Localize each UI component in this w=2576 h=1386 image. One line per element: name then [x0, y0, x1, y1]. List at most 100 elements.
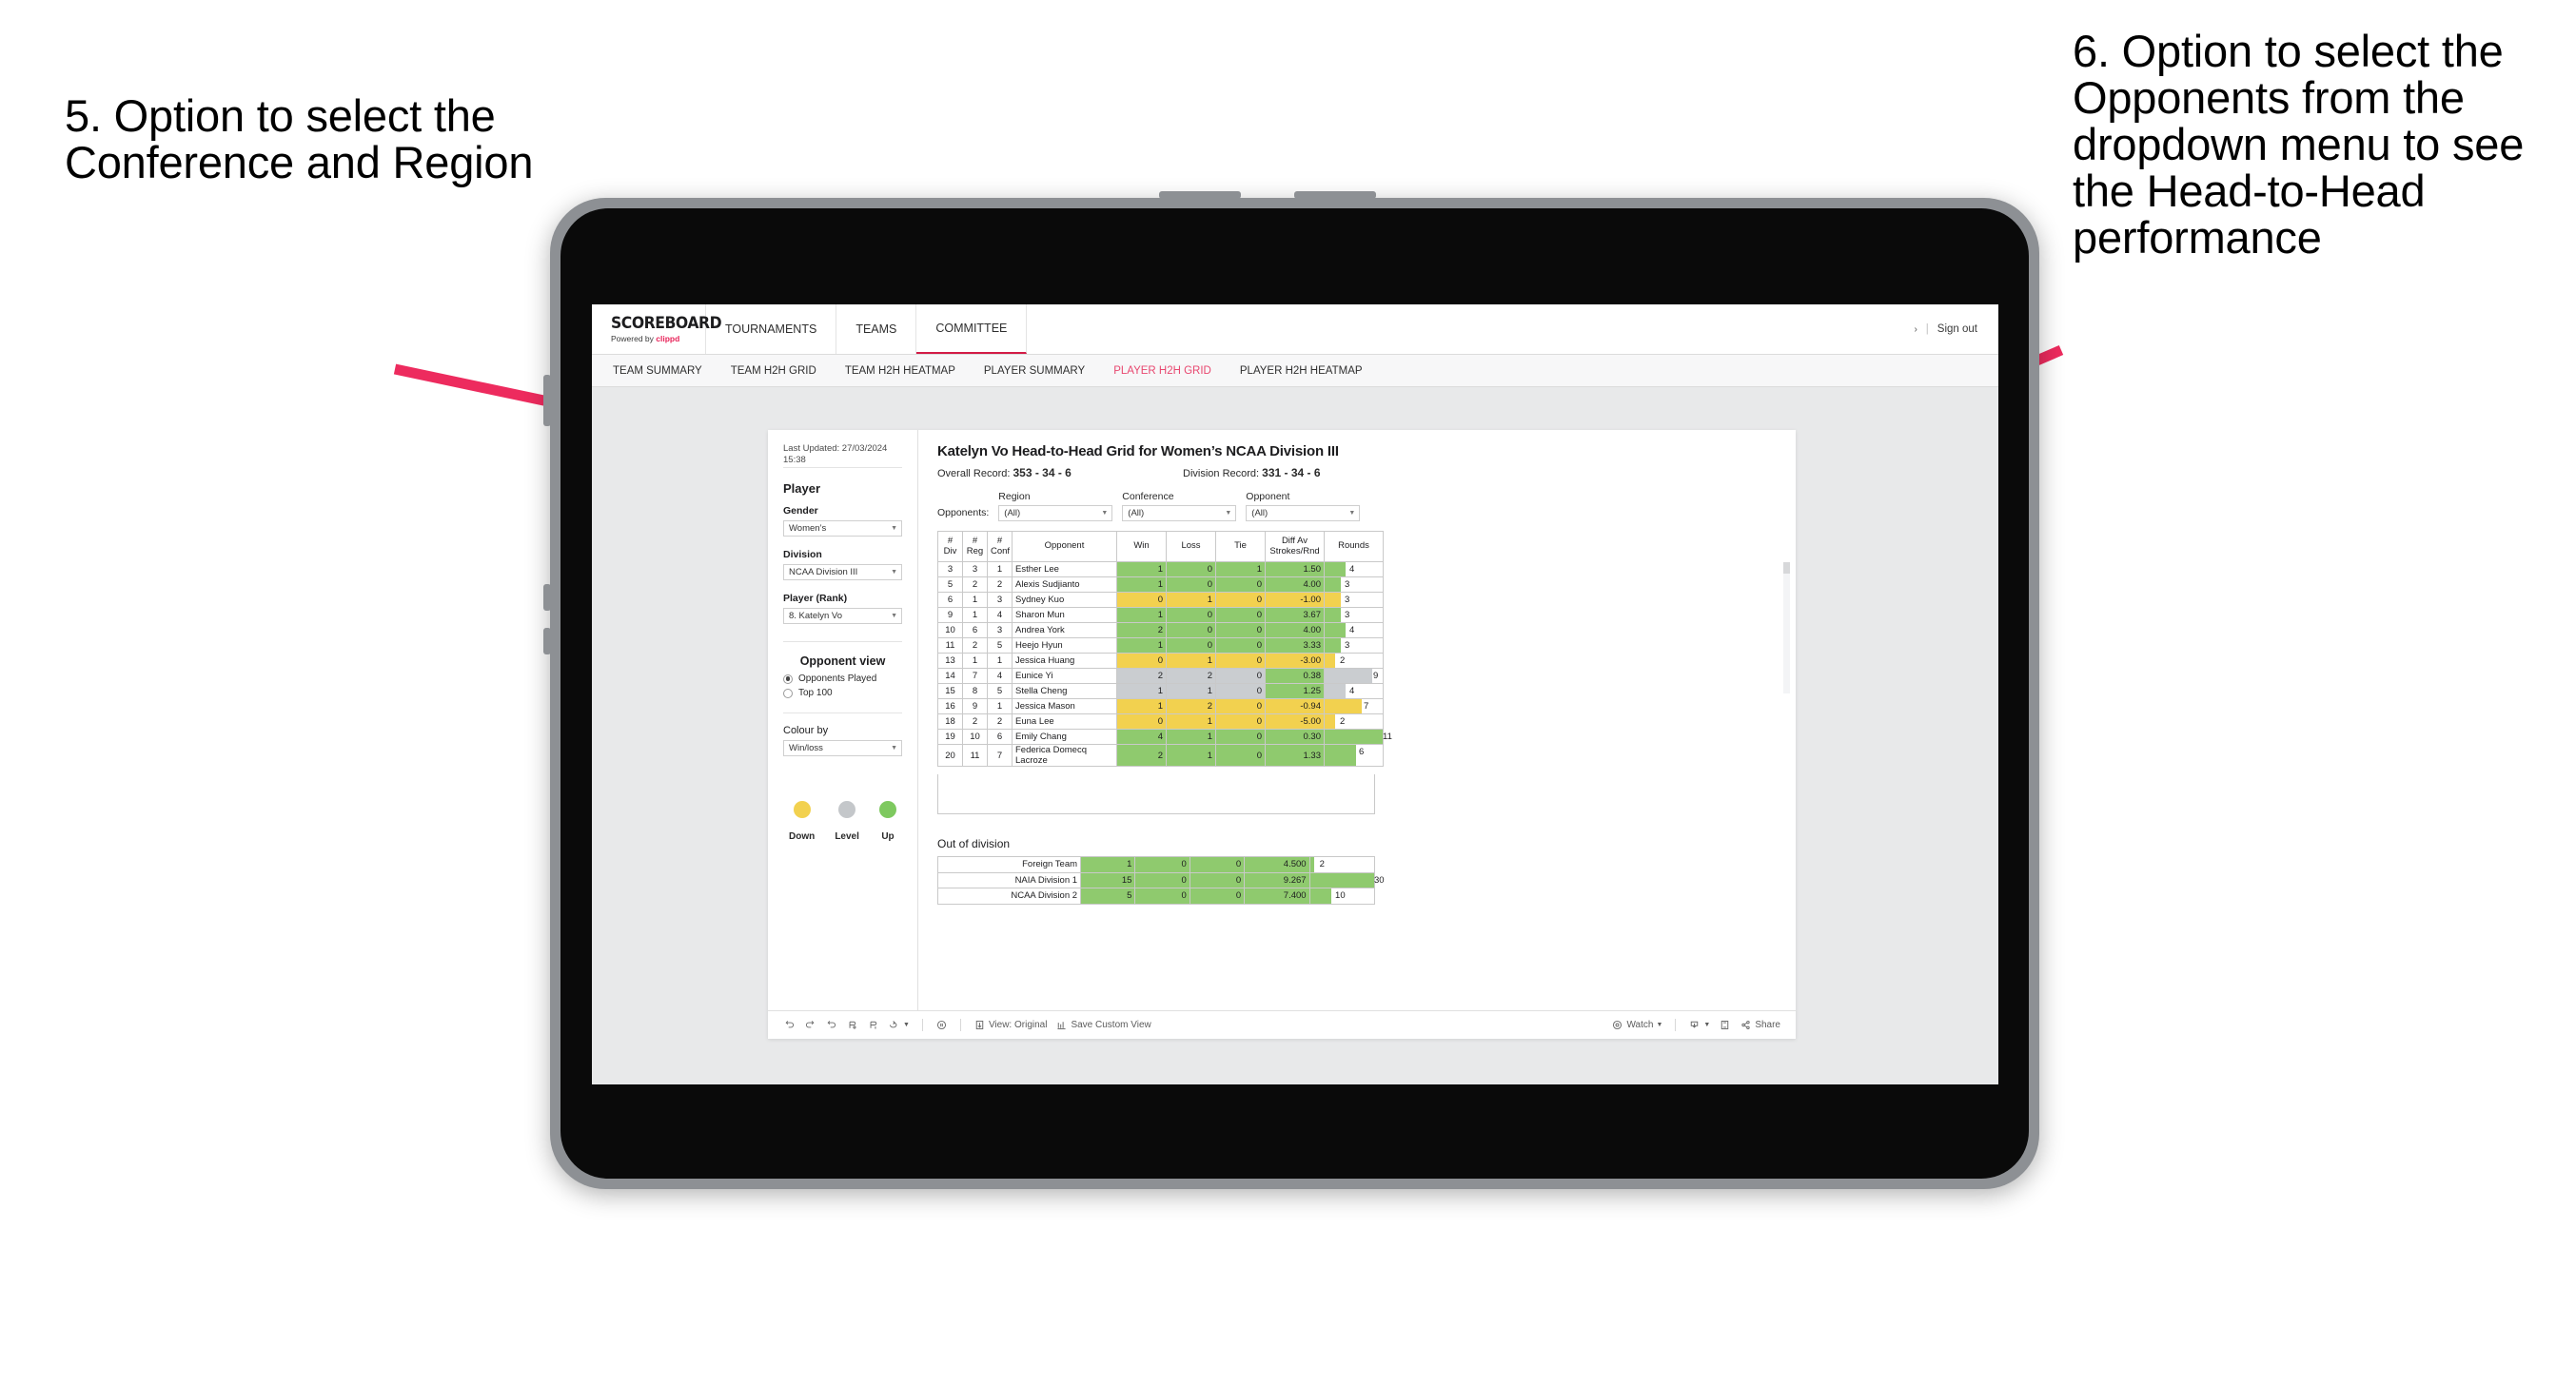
filter-conference: Conference (All) ▼ [1122, 491, 1237, 521]
rounds-bar-label: 4 [1349, 686, 1355, 696]
chevron-down-icon: ▼ [891, 525, 897, 532]
revert-button[interactable] [825, 1019, 837, 1031]
cell-tie: 1 [1215, 561, 1266, 577]
col-tie[interactable]: Tie [1215, 531, 1266, 562]
table-row[interactable]: 15 8 5 Stella Cheng 1 1 0 1.25 4 [937, 683, 1384, 699]
tab-team-summary[interactable]: TEAM SUMMARY [613, 365, 702, 377]
cell-ood-diff: 7.400 [1244, 888, 1310, 905]
table-row[interactable]: 18 2 2 Euna Lee 0 1 0 -5.00 2 [937, 713, 1384, 730]
pause-button[interactable] [867, 1019, 879, 1031]
conference-select[interactable]: (All) ▼ [1122, 505, 1237, 521]
cell-ood-tie: 0 [1189, 871, 1246, 888]
col-conf[interactable]: # Conf [987, 531, 1013, 562]
ood-rounds-bar-label: 2 [1319, 859, 1325, 869]
tab-player-h2h-heatmap[interactable]: PLAYER H2H HEATMAP [1240, 365, 1363, 377]
division-record-value: 331 - 34 - 6 [1262, 466, 1321, 479]
cell-opponent: Stella Cheng [1012, 683, 1117, 699]
col-win[interactable]: Win [1116, 531, 1167, 562]
cell-loss: 0 [1166, 576, 1216, 593]
nav-teams[interactable]: TEAMS [836, 304, 917, 354]
list-item[interactable]: NCAA Division 2 5 0 0 7.400 10 [936, 888, 1376, 905]
cell-diff: 1.33 [1265, 744, 1325, 767]
opponent-select[interactable]: (All) ▼ [1246, 505, 1361, 521]
col-rounds[interactable]: Rounds [1324, 531, 1384, 562]
player-rank-select-value: 8. Katelyn Vo [789, 611, 842, 621]
cell-ood-diff: 4.500 [1244, 856, 1310, 873]
radio-top-100[interactable]: Top 100 [783, 688, 902, 698]
col-reg[interactable]: # Reg [962, 531, 988, 562]
cell-rounds-bar: 4 [1324, 683, 1384, 699]
gender-select[interactable]: Women’s ▼ [783, 520, 902, 537]
download-button[interactable]: ▼ [1688, 1019, 1710, 1031]
division-select[interactable]: NCAA Division III ▼ [783, 564, 902, 580]
cell-ood-rounds-bar: 10 [1308, 888, 1376, 905]
table-row[interactable]: 13 1 1 Jessica Huang 0 1 0 -3.00 2 [937, 653, 1384, 669]
field-division: Division NCAA Division III ▼ [783, 549, 902, 580]
cell-reg: 2 [962, 637, 988, 654]
col-loss[interactable]: Loss [1166, 531, 1216, 562]
table-scrollbar[interactable] [1783, 562, 1790, 693]
watch-button[interactable]: Watch ▼ [1611, 1019, 1662, 1031]
table-row[interactable]: 10 6 3 Andrea York 2 0 0 4.00 4 [937, 622, 1384, 638]
table-row[interactable]: 11 2 5 Heejo Hyun 1 0 0 3.33 3 [937, 637, 1384, 654]
logo-wordmark: SCOREBOARD [611, 313, 722, 333]
table-header-row: # Div # Reg # Conf Opponent Win Loss Tie… [937, 531, 1384, 562]
nav-tournaments[interactable]: TOURNAMENTS [706, 304, 837, 354]
pause-updates-button[interactable] [935, 1019, 948, 1031]
rounds-bar-label: 3 [1345, 610, 1350, 620]
field-gender-label: Gender [783, 505, 818, 517]
table-row[interactable]: 5 2 2 Alexis Sudjianto 1 0 0 4.00 3 [937, 576, 1384, 593]
cell-tie: 0 [1215, 698, 1266, 714]
chevron-right-icon[interactable]: › [1914, 324, 1917, 335]
table-row[interactable]: 20 11 7 Federica Domecq Lacroze 2 1 0 1.33 6 [937, 744, 1384, 767]
cell-loss: 0 [1166, 561, 1216, 577]
fullscreen-button[interactable] [1719, 1019, 1731, 1031]
field-player-rank-label: Player (Rank) [783, 593, 848, 604]
tab-player-h2h-grid[interactable]: PLAYER H2H GRID [1113, 365, 1211, 377]
sidebar-heading-player: Player [783, 481, 821, 496]
colour-by-select[interactable]: Win/loss ▼ [783, 740, 902, 756]
tab-player-summary[interactable]: PLAYER SUMMARY [984, 365, 1085, 377]
table-row[interactable]: 3 3 1 Esther Lee 1 0 1 1.50 4 [937, 561, 1384, 577]
cell-opponent: Esther Lee [1012, 561, 1117, 577]
table-row[interactable]: 6 1 3 Sydney Kuo 0 1 0 -1.00 3 [937, 592, 1384, 608]
cell-win: 2 [1116, 744, 1167, 767]
h2h-grid-container: # Div # Reg # Conf Opponent Win Loss Tie… [937, 531, 1790, 814]
cell-diff: 0.30 [1265, 729, 1325, 745]
cell-div: 6 [937, 592, 963, 608]
sign-out-link[interactable]: Sign out [1937, 323, 1977, 335]
cell-tie: 0 [1215, 713, 1266, 730]
redo-button[interactable] [804, 1019, 816, 1031]
filters-sidebar: Last Updated: 27/03/2024 15:38 Player Ge… [768, 430, 918, 1010]
cell-ood-loss: 0 [1134, 871, 1190, 888]
table-scrollbar-thumb[interactable] [1783, 562, 1790, 574]
list-item[interactable]: NAIA Division 1 15 0 0 9.267 30 [936, 871, 1385, 888]
col-diff[interactable]: Diff Av Strokes/Rnd [1265, 531, 1325, 562]
cell-div: 3 [937, 561, 963, 577]
table-row[interactable]: 9 1 4 Sharon Mun 1 0 0 3.67 3 [937, 607, 1384, 623]
record-summary: Overall Record: 353 - 34 - 6 Division Re… [937, 466, 1779, 479]
cell-div: 14 [937, 668, 963, 684]
save-custom-view-button[interactable]: Save Custom View [1055, 1019, 1151, 1031]
table-row[interactable]: 19 10 6 Emily Chang 4 1 0 0.30 11 [937, 729, 1392, 745]
tab-team-h2h-heatmap[interactable]: TEAM H2H HEATMAP [845, 365, 955, 377]
cell-ood-win: 1 [1080, 856, 1136, 873]
table-row[interactable]: 16 9 1 Jessica Mason 1 2 0 -0.94 7 [937, 698, 1384, 714]
refresh-button[interactable] [846, 1019, 858, 1031]
nav-committee[interactable]: COMMITTEE [916, 304, 1028, 354]
region-select[interactable]: (All) ▼ [998, 505, 1113, 521]
list-item[interactable]: Foreign Team 1 0 0 4.500 2 [936, 856, 1376, 873]
tab-team-h2h-grid[interactable]: TEAM H2H GRID [731, 365, 816, 377]
col-div[interactable]: # Div [937, 531, 963, 562]
col-opponent[interactable]: Opponent [1012, 531, 1117, 562]
view-original-button[interactable]: View: Original [973, 1019, 1047, 1031]
table-row[interactable]: 14 7 4 Eunice Yi 2 2 0 0.38 9 [937, 668, 1384, 684]
radio-opponents-played[interactable]: Opponents Played [783, 673, 902, 684]
undo-button[interactable] [783, 1019, 796, 1031]
undo-history-dropdown[interactable]: ▼ [888, 1019, 910, 1031]
scoreboard-logo[interactable]: SCOREBOARD Powered by clippd [592, 304, 722, 354]
player-rank-select[interactable]: 8. Katelyn Vo ▼ [783, 608, 902, 624]
cell-win: 4 [1116, 729, 1167, 745]
chevron-down-icon: ▼ [1225, 510, 1232, 517]
share-button[interactable]: Share [1740, 1019, 1780, 1031]
